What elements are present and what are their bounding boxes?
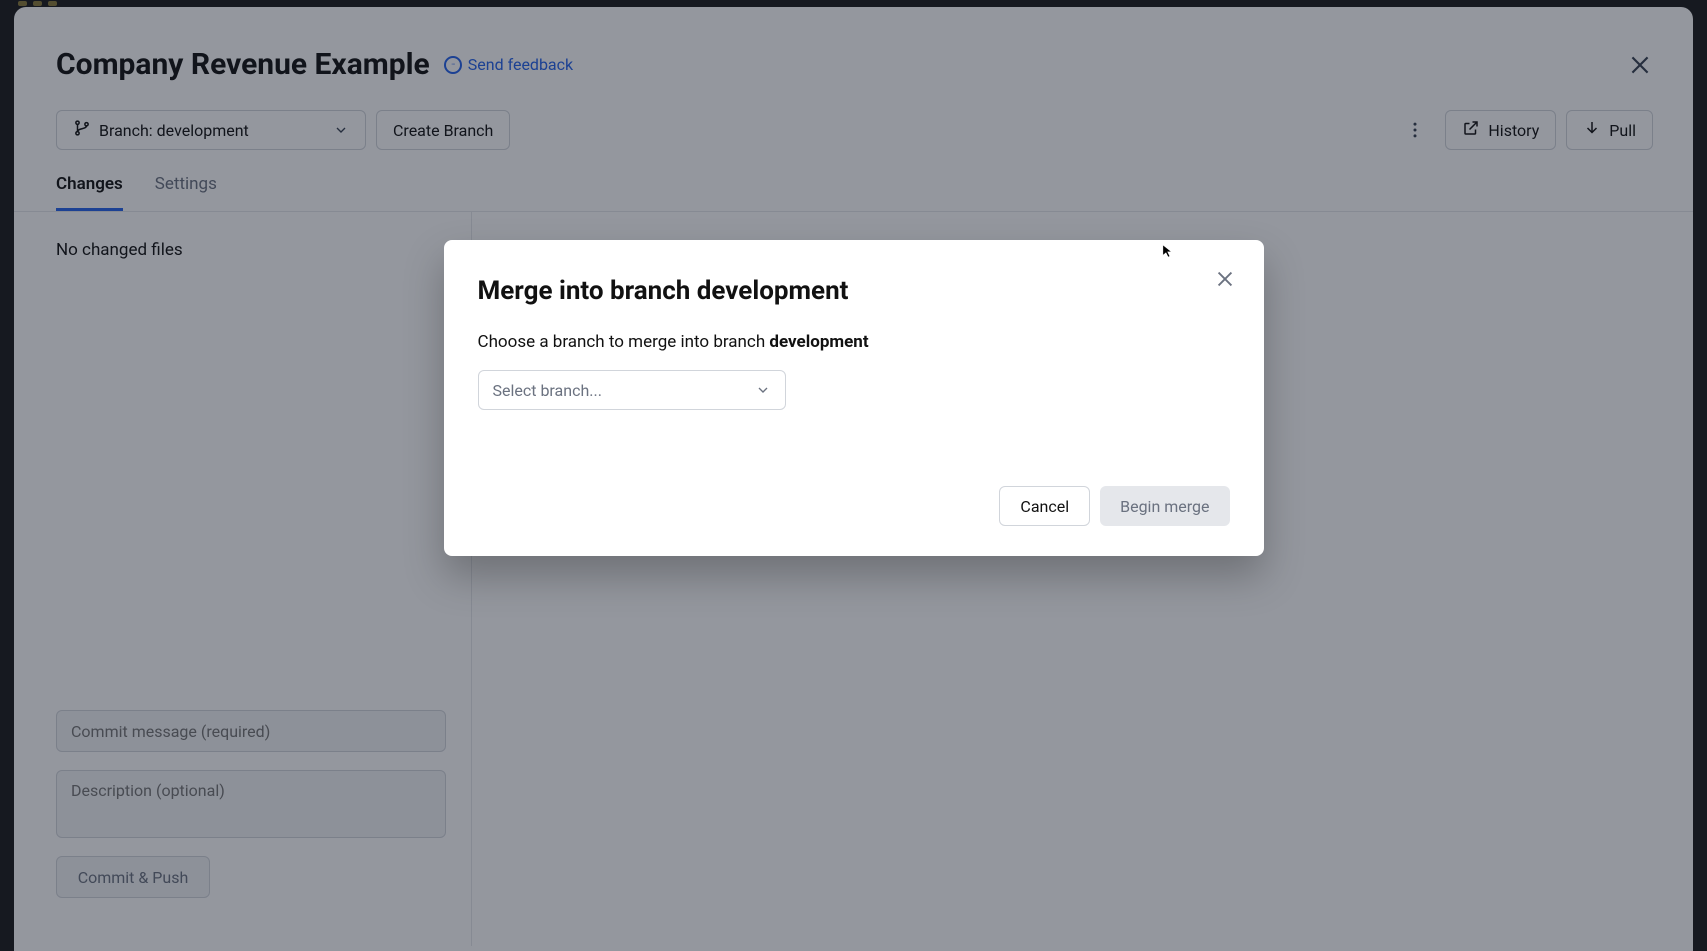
begin-merge-button[interactable]: Begin merge <box>1100 486 1229 526</box>
modal-prompt: Choose a branch to merge into branch dev… <box>478 332 1230 352</box>
branch-select-dropdown[interactable]: Select branch... <box>478 370 786 410</box>
modal-actions: Cancel Begin merge <box>478 486 1230 526</box>
close-icon[interactable] <box>1214 268 1236 290</box>
cancel-button[interactable]: Cancel <box>999 486 1090 526</box>
merge-modal: Merge into branch development Choose a b… <box>444 240 1264 556</box>
select-placeholder: Select branch... <box>493 381 602 400</box>
modal-overlay[interactable]: Merge into branch development Choose a b… <box>0 0 1707 951</box>
modal-title: Merge into branch development <box>478 276 1230 306</box>
chevron-down-icon <box>755 382 771 398</box>
cursor-icon <box>1162 243 1178 259</box>
